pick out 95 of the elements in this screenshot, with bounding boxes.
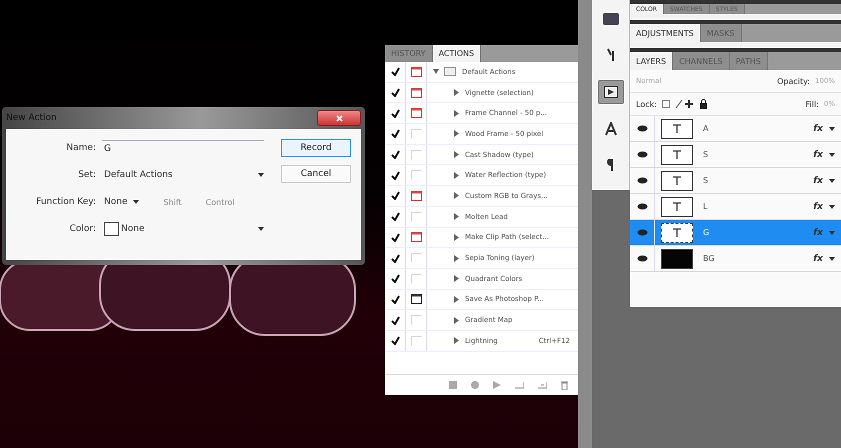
opacity-label: Opacity: [777,76,810,86]
caret-icon[interactable] [829,152,835,156]
modifier-checkbox: Shift [163,198,182,206]
expand-triangle-icon[interactable] [453,151,459,158]
close-icon [336,114,342,122]
dialog-title: New Action [6,113,57,123]
effects-label: fx [813,150,823,160]
checkmark-icon[interactable] [390,294,400,304]
layer-row[interactable]: BG fx [630,246,841,272]
function-key-dropdown[interactable]: None [102,197,140,207]
modifier-checkbox: Control [206,198,235,206]
panel-tab[interactable]: LAYERS [630,52,674,70]
effects-label: fx [813,228,823,238]
expand-triangle-icon[interactable] [453,275,459,282]
field-label: Set: [77,170,97,180]
caret-icon[interactable] [829,204,835,208]
type-icon [673,228,681,237]
folder-icon [444,67,456,76]
eye-icon[interactable] [636,255,648,262]
expand-triangle-icon[interactable] [453,89,459,96]
eye-icon[interactable] [636,177,648,184]
expand-triangle-icon[interactable] [453,192,459,200]
trash-icon[interactable] [561,380,568,390]
effects-label: fx [813,176,823,186]
new-set-icon[interactable] [515,381,524,389]
checkmark-icon[interactable] [390,88,400,98]
layer-row[interactable]: S fx [630,168,841,194]
eye-icon[interactable] [636,203,648,210]
expand-triangle-icon[interactable] [453,110,459,117]
checkmark-icon[interactable] [390,316,400,325]
layer-name: S [703,176,708,185]
field-label: Color: [68,224,97,234]
caret-icon[interactable] [829,126,835,130]
new-action-icon[interactable] [538,381,547,389]
effects-label: fx [813,202,823,212]
dialog-toggle-icon[interactable] [410,66,422,77]
layer-name: S [703,150,708,159]
checkmark-icon[interactable] [390,254,400,263]
caret-icon[interactable] [829,256,835,260]
type-icon [673,124,681,133]
checkmark-icon[interactable] [390,108,400,118]
layer-name: G [703,228,710,237]
fill-label: Fill: [806,100,819,108]
effects-label: fx [813,124,823,134]
layer-row[interactable]: L fx [630,194,841,220]
field-label: Function Key: [35,197,97,207]
lock-label: Lock: [636,100,657,108]
layer-name: BG [703,254,715,263]
color-dropdown[interactable]: None [102,222,264,236]
expand-triangle-icon[interactable] [453,130,459,138]
dialog-toggle-icon[interactable] [410,88,422,98]
name-input-field[interactable]: G [102,140,264,156]
layer-name: L [703,202,708,211]
cancel-button[interactable]: Cancel [281,165,351,183]
caret-icon[interactable] [258,227,264,231]
checkmark-icon[interactable] [390,274,400,284]
checkmark-icon[interactable] [390,170,400,180]
checkmark-icon[interactable] [390,336,400,346]
dialog-toggle-icon[interactable] [410,294,422,304]
panel-tab[interactable]: ACTIONS [432,45,482,62]
layer-name: A [703,124,708,133]
field-label: Name: [65,143,97,153]
set-dropdown[interactable]: Default Actions [102,170,264,180]
eye-icon[interactable] [636,151,648,158]
caret-icon[interactable] [258,173,264,177]
layer-row[interactable]: S fx [630,142,841,168]
checkmark-icon[interactable] [390,212,400,222]
checkmark-icon[interactable] [390,150,400,160]
expand-triangle-icon[interactable] [453,213,459,220]
checkmark-icon[interactable] [390,67,400,76]
type-icon [673,176,681,185]
expand-triangle-icon[interactable] [453,172,459,179]
expand-triangle-icon[interactable] [453,254,459,262]
checkmark-icon[interactable] [390,129,400,138]
caret-icon[interactable] [133,200,140,204]
panel-tab[interactable]: ADJUSTMENTS [630,24,701,42]
actions-icon[interactable] [598,80,624,104]
eye-icon[interactable] [636,125,648,132]
expand-triangle-icon[interactable] [453,316,459,324]
checkmark-icon[interactable] [390,191,400,200]
expand-triangle-icon[interactable] [453,296,459,303]
layer-row[interactable]: A fx [630,116,841,142]
expand-triangle-icon[interactable] [453,234,459,241]
effects-label: fx [813,254,823,264]
type-icon [673,150,681,159]
type-icon [673,202,681,211]
expand-triangle-icon[interactable] [453,337,459,344]
checkmark-icon[interactable] [390,232,400,242]
record-button[interactable]: Record [281,139,351,157]
collapse-triangle-icon[interactable] [433,68,439,76]
dialog-toggle-icon[interactable] [410,108,422,118]
dialog-toggle-icon[interactable] [410,190,422,201]
dialog-toggle-icon[interactable] [410,232,422,242]
caret-icon[interactable] [829,178,835,182]
close-button[interactable] [317,110,361,126]
